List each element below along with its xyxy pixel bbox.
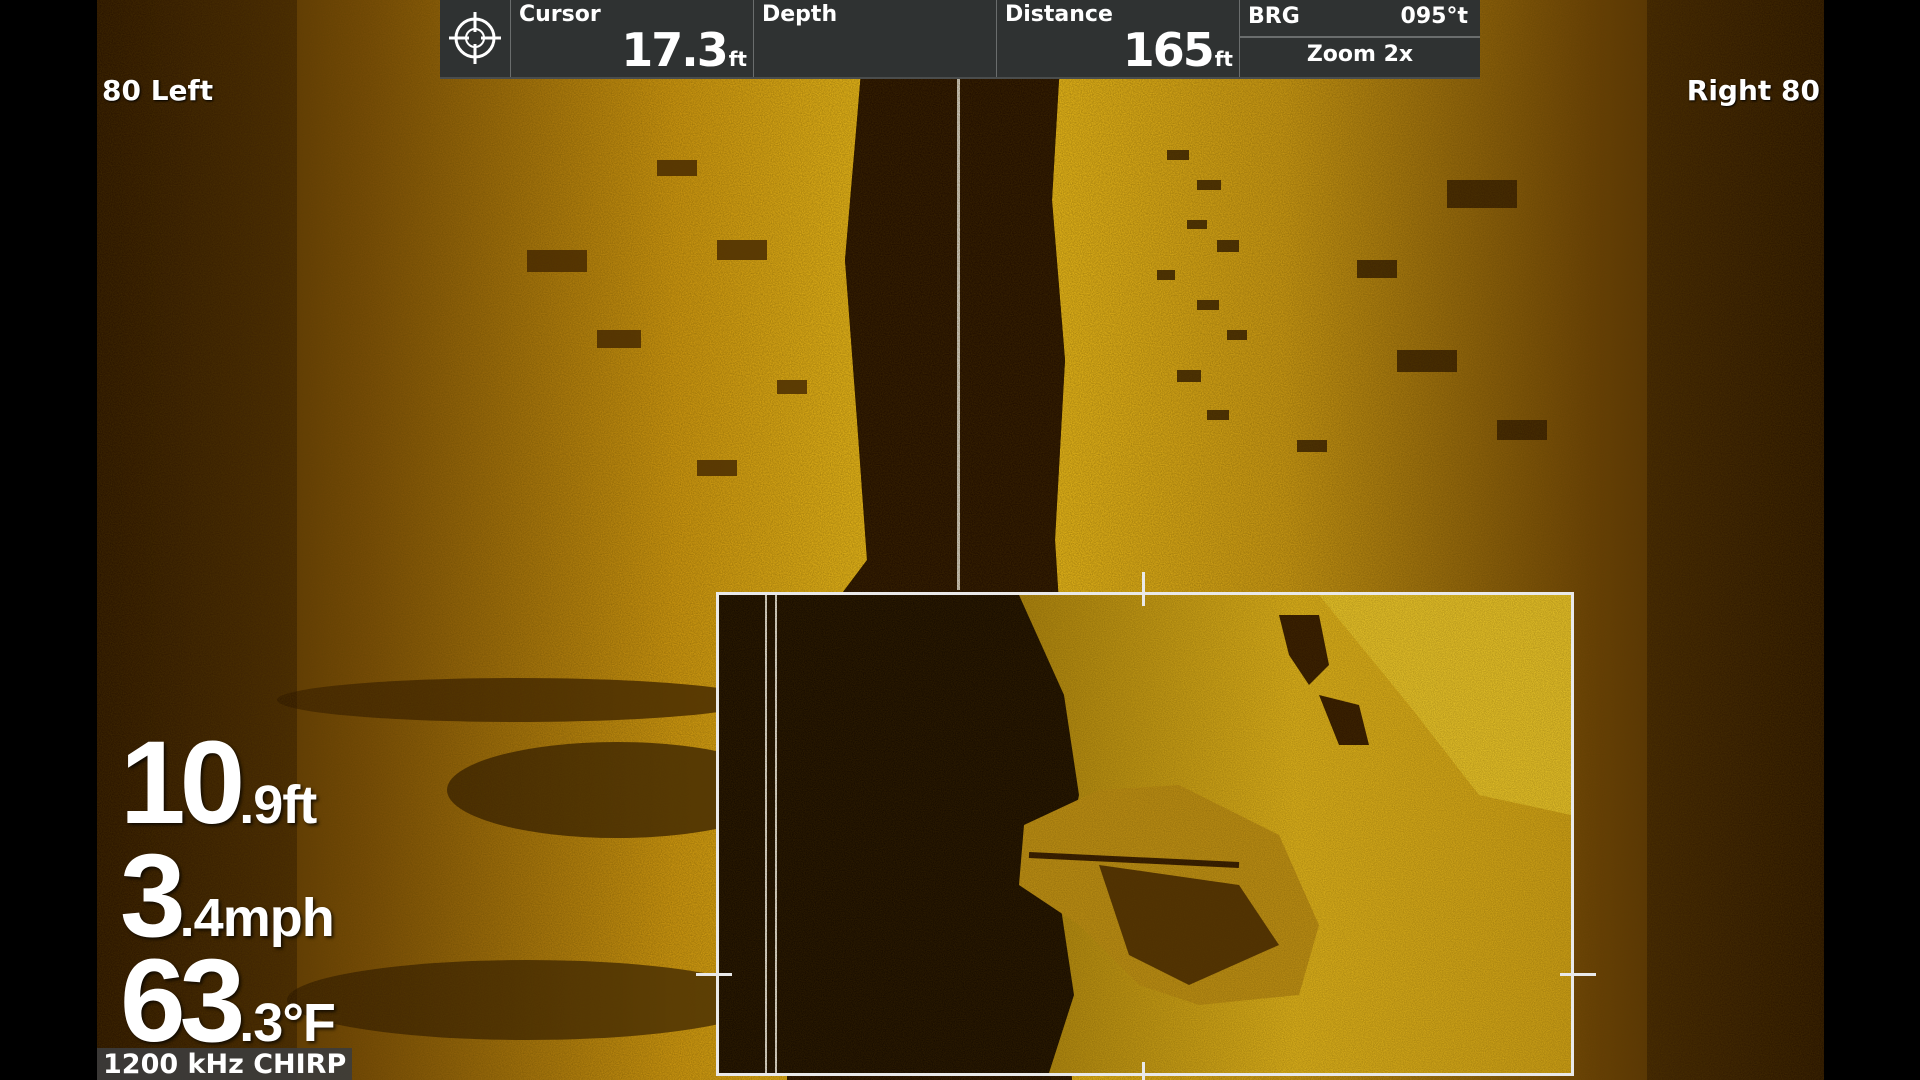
distance-label: Distance <box>1005 2 1113 27</box>
depth-fraction: .9 <box>239 775 283 835</box>
range-left-label: 80 Left <box>102 74 214 107</box>
bearing-label: BRG <box>1248 4 1300 29</box>
zoom-level: Zoom 2x <box>1306 42 1414 67</box>
temperature-fraction: .3 <box>239 993 283 1053</box>
distance-value: 165 ft <box>1123 23 1233 77</box>
depth-label: Depth <box>762 2 838 27</box>
distance-unit: ft <box>1214 47 1233 71</box>
zoom-tick-bottom <box>1142 1062 1145 1080</box>
distance-number: 165 <box>1122 23 1215 77</box>
data-bar: Cursor 17.3 ft Depth Distance 165 ft BRG 0… <box>440 0 1480 79</box>
bearing-zoom-readout: BRG 095°t Zoom 2x <box>1239 0 1480 77</box>
crosshair-icon <box>449 12 501 64</box>
depth-readout: Depth <box>753 0 996 77</box>
cursor-readout: Cursor 17.3 ft <box>510 0 753 77</box>
zoom-tick-left <box>696 973 732 976</box>
zoom-sonar-image <box>719 595 1571 1073</box>
sonar-screen: Cursor 17.3 ft Depth Distance 165 ft BRG 0… <box>0 0 1920 1080</box>
temperature-unit: °F <box>282 993 336 1053</box>
cursor-label: Cursor <box>519 2 601 27</box>
cursor-number: 17.3 <box>621 23 728 77</box>
cursor-icon-cell[interactable] <box>440 0 510 77</box>
frequency-badge: 1200 kHz CHIRP <box>97 1048 353 1080</box>
zoom-tick-right <box>1560 973 1596 976</box>
zoom-window[interactable] <box>716 592 1574 1076</box>
bearing-value: 095°t <box>1400 4 1468 29</box>
cursor-unit: ft <box>728 47 747 71</box>
cursor-value: 17.3 ft <box>621 23 747 77</box>
range-right-label: Right 80 <box>1686 74 1820 107</box>
distance-readout: Distance 165 ft <box>996 0 1239 77</box>
zoom-tick-top <box>1142 572 1145 606</box>
depth-value <box>988 23 990 77</box>
depth-readout-unit: ft <box>282 775 317 835</box>
bearing-row: BRG 095°t <box>1240 0 1480 38</box>
